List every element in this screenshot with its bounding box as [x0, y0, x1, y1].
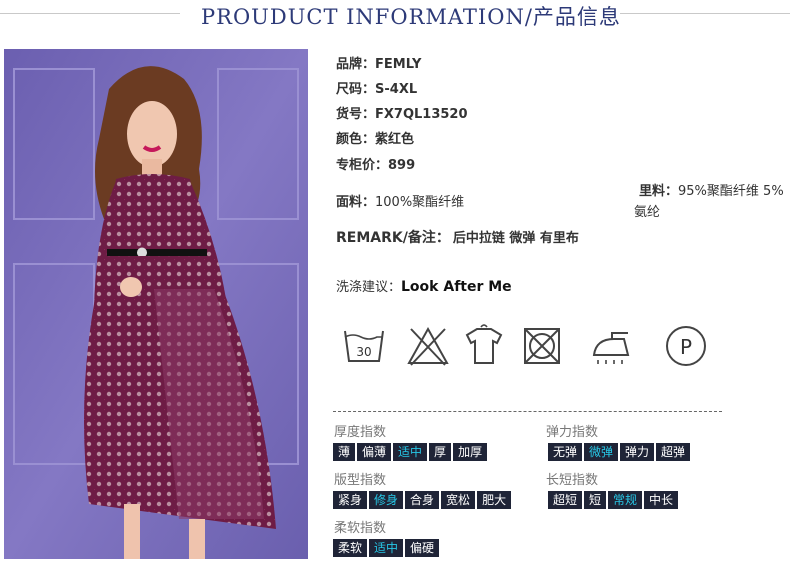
fit-option-chip: 宽松 — [441, 491, 476, 509]
elasticity-option-chip: 弹力 — [620, 443, 655, 461]
dry-clean-p-icon: P — [666, 326, 706, 366]
spec-sku-value: FX7QL13520 — [375, 107, 468, 122]
thickness-option-chip: 加厚 — [453, 443, 488, 461]
spec-color: 颜色：紫红色 — [336, 128, 414, 147]
wash-temp-label: 30 — [356, 345, 371, 359]
length-option-selected: 常规 — [608, 491, 643, 509]
thickness-option-chip: 厚 — [429, 443, 452, 461]
fit-index-chips: 紧身 修身 合身 宽松 肥大 — [333, 491, 512, 509]
fit-option-selected: 修身 — [369, 491, 404, 509]
spec-sku: 货号：FX7QL13520 — [336, 103, 468, 122]
softness-index-label: 柔软指数 — [334, 521, 387, 536]
fit-option-chip: 紧身 — [333, 491, 368, 509]
spec-lining-label: 里料： — [639, 184, 679, 199]
elasticity-option-chip: 超弹 — [656, 443, 691, 461]
hang-dry-icon — [465, 324, 503, 364]
care-title: Look After Me — [401, 279, 512, 295]
spec-brand: 品牌：FEMLY — [336, 53, 421, 72]
care-heading: 洗涤建议：Look After Me — [336, 276, 512, 295]
length-option-chip: 中长 — [644, 491, 679, 509]
spec-price-value: 899 — [388, 158, 416, 173]
no-bleach-icon — [407, 326, 449, 366]
elasticity-option-chip: 无弹 — [548, 443, 583, 461]
header-rule-right — [620, 13, 790, 14]
spec-lining: 里料：95%聚酯纤维 5% — [639, 180, 784, 199]
spec-remark: REMARK/备注： 后中拉链 微弹 有里布 — [336, 227, 579, 247]
dry-clean-letter: P — [680, 335, 692, 359]
length-index-chips: 超短短常规 中长 — [548, 491, 679, 509]
length-option-chip: 超短 — [548, 491, 583, 509]
spec-fabric-label: 面料： — [336, 195, 376, 210]
spec-remark-value: 后中拉链 微弹 有里布 — [452, 231, 579, 246]
length-index-label: 长短指数 — [546, 473, 599, 488]
wash-30-icon: 30 — [344, 330, 384, 362]
product-photo-illustration — [4, 49, 308, 559]
spec-lining-value-line2: 氨纶 — [634, 205, 661, 220]
spec-color-label: 颜色： — [336, 132, 376, 147]
spec-size: 尺码：S-4XL — [336, 78, 417, 97]
elasticity-index-label: 弹力指数 — [546, 425, 599, 440]
no-tumble-dry-icon — [524, 328, 560, 364]
page-title: PROUDUCT INFORMATION/产品信息 — [201, 5, 621, 29]
elasticity-index-chips: 无弹 微弹 弹力 超弹 — [548, 443, 691, 461]
spec-lining-value: 95%聚酯纤维 5% — [678, 184, 784, 199]
spec-size-value: S-4XL — [375, 82, 418, 97]
fit-option-chip: 肥大 — [477, 491, 512, 509]
divider — [333, 411, 722, 412]
spec-fabric-value: 100%聚酯纤维 — [375, 195, 465, 210]
spec-brand-label: 品牌： — [336, 57, 376, 72]
softness-option-chip: 柔软 — [333, 539, 368, 557]
care-label: 洗涤建议： — [336, 280, 402, 295]
product-photo — [4, 49, 308, 559]
iron-icon — [592, 332, 630, 364]
spec-remark-label: REMARK/备注： — [336, 230, 450, 246]
spec-price-label: 专柜价： — [336, 158, 389, 173]
spec-brand-value: FEMLY — [375, 57, 422, 72]
softness-option-chip: 偏硬 — [405, 539, 440, 557]
spec-color-value: 紫红色 — [375, 132, 415, 147]
spec-sku-label: 货号： — [336, 107, 376, 122]
thickness-option-chip: 薄 — [333, 443, 356, 461]
thickness-option-chip: 偏薄 — [357, 443, 392, 461]
thickness-index-chips: 薄偏薄 适中厚加厚 — [333, 443, 488, 461]
fit-option-chip: 合身 — [405, 491, 440, 509]
thickness-index-label: 厚度指数 — [334, 425, 387, 440]
softness-index-chips: 柔软 适中 偏硬 — [333, 539, 440, 557]
softness-option-selected: 适中 — [369, 539, 404, 557]
elasticity-option-selected: 微弹 — [584, 443, 619, 461]
spec-size-label: 尺码： — [336, 82, 376, 97]
spec-fabric: 面料：100%聚酯纤维 — [336, 191, 464, 210]
length-option-chip: 短 — [584, 491, 607, 509]
fit-index-label: 版型指数 — [334, 473, 387, 488]
thickness-option-selected: 适中 — [393, 443, 428, 461]
header-rule-left — [0, 13, 180, 14]
spec-price: 专柜价：899 — [336, 154, 415, 173]
